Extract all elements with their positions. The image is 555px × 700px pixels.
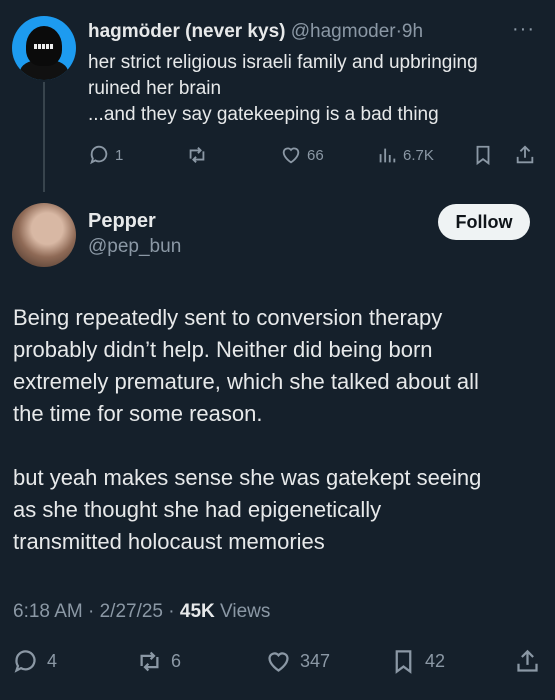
text-line [13,430,543,462]
parent-tweet-text: her strict religious israeli family and … [88,50,543,128]
action-bar: 4 6 347 42 [0,645,555,679]
like-button[interactable]: 66 [280,144,324,166]
retweet-icon [189,147,205,163]
views-label: Views [220,601,271,622]
more-options-icon[interactable]: ··· [512,18,535,41]
reply-icon [90,145,108,165]
share-icon [516,145,534,164]
author-handle[interactable]: @pep_bun [88,236,181,258]
reply-button[interactable]: 4 [12,648,57,675]
text-line: her strict religious israeli family and … [88,52,478,73]
tweet-meta: 6:18 AM · 2/27/25 · 45K Views [13,601,271,622]
parent-author-line: hagmöder (never kys) @hagmoder·9h [88,21,423,43]
bookmark-button[interactable]: 42 [390,648,445,675]
text-line: transmitted holocaust memories [13,529,325,554]
text-line: ruined her brain [88,78,222,99]
avatar[interactable] [12,16,76,80]
parent-timestamp[interactable]: 9h [402,21,423,42]
share-button[interactable] [514,648,541,675]
text-line: ...and they say gatekeeping is a bad thi… [88,104,439,125]
author-name[interactable]: Pepper [88,210,156,233]
text-line: extremely premature, which she talked ab… [13,369,479,394]
heart-icon [282,147,300,164]
retweet-icon [140,651,159,672]
like-count: 347 [300,651,331,671]
retweet-count: 6 [171,651,182,671]
retweet-button[interactable]: 6 [136,648,181,675]
tweet-text: Being repeatedly sent to conversion ther… [13,302,543,558]
avatar[interactable] [12,203,76,267]
bookmark-count: 42 [425,651,446,671]
text-line: as she thought she had epigenetically [13,497,382,522]
text-line: but yeah makes sense she was gatekept se… [13,465,482,490]
retweet-button[interactable] [186,144,208,166]
views-button[interactable]: 6.7K [376,144,434,166]
parent-author-name[interactable]: hagmöder (never kys) [88,21,285,42]
parent-author-handle[interactable]: @hagmoder [291,21,396,42]
follow-button[interactable]: Follow [438,204,530,240]
text-line: probably didn’t help. Neither did being … [13,337,433,362]
tweet-date[interactable]: 2/27/25 [100,601,163,622]
share-button[interactable] [514,144,536,166]
bookmark-icon [476,145,490,166]
reply-icon [14,650,36,673]
bookmark-button[interactable] [472,144,494,166]
text-line: Being repeatedly sent to conversion ther… [13,305,443,330]
share-icon [517,649,538,672]
heart-icon [268,652,289,672]
bookmark-icon [395,650,412,674]
reply-count: 4 [47,651,58,671]
like-count: 66 [307,146,324,164]
parent-action-bar: 1 66 6.7K [0,141,555,169]
tweet-time[interactable]: 6:18 AM [13,601,83,622]
analytics-icon [379,148,396,163]
views-count: 6.7K [403,146,434,164]
thread-connector-line [43,82,45,192]
reply-button[interactable]: 1 [88,144,123,166]
like-button[interactable]: 347 [265,648,330,675]
reply-count: 1 [115,146,124,164]
views-count: 45K [179,601,215,622]
text-line: the time for some reason. [13,401,263,426]
